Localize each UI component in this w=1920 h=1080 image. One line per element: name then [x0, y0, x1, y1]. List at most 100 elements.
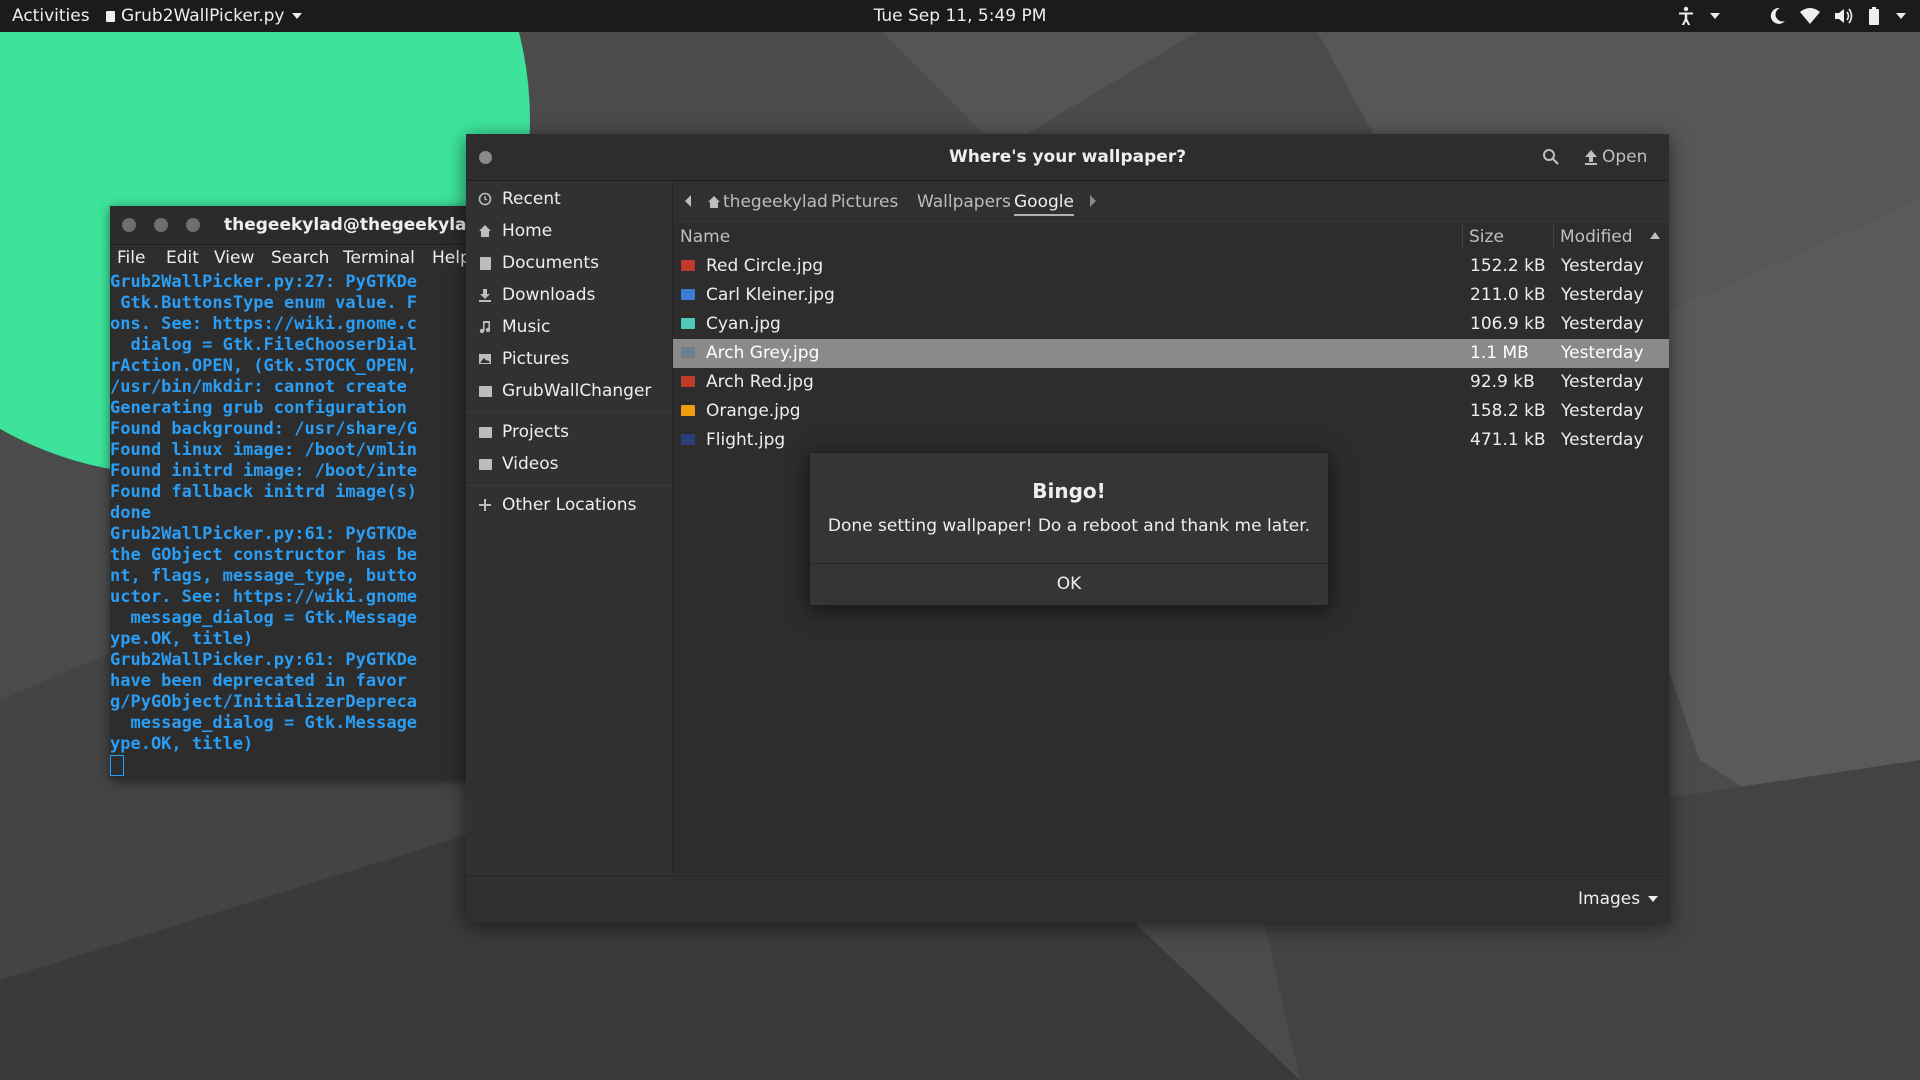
terminal-line: Gtk.ButtonsType enum value. F [110, 293, 418, 313]
terminal-prompt [110, 755, 482, 777]
terminal-menu-view[interactable]: View [214, 248, 254, 268]
message-dialog: Bingo! Done setting wallpaper! Do a rebo… [809, 452, 1329, 606]
column-divider [1462, 224, 1463, 250]
file-row[interactable]: Arch Grey.jpg 1.1 MB Yesterday [673, 339, 1669, 368]
sidebar-item-downloads[interactable]: Downloads [478, 285, 595, 305]
file-size: 1.1 MB [1470, 343, 1529, 363]
sidebar-item-grubwallchanger[interactable]: GrubWallChanger [478, 381, 651, 401]
terminal-line: ons. See: https://wiki.gnome.c [110, 314, 418, 334]
file-size: 92.9 kB [1470, 372, 1535, 392]
file-name: Flight.jpg [706, 430, 786, 450]
system-menu-arrow-icon[interactable] [1896, 13, 1906, 19]
file-modified: Yesterday [1561, 256, 1644, 276]
terminal-menubar: File Edit View Search Terminal Help [110, 245, 482, 273]
terminal-line: g/PyGObject/InitializerDepreca [110, 692, 418, 712]
terminal-menu-file[interactable]: File [117, 248, 145, 268]
file-name: Orange.jpg [706, 401, 801, 421]
file-modified: Yesterday [1561, 343, 1644, 363]
file-row[interactable]: Carl Kleiner.jpg 211.0 kB Yesterday [673, 281, 1669, 310]
terminal-line: done [110, 503, 151, 523]
document-icon [478, 256, 492, 270]
open-button[interactable]: Open [1584, 147, 1647, 167]
list-header: Name Size Modified [673, 222, 1669, 252]
terminal-line: Found linux image: /boot/vmlin [110, 440, 418, 460]
sidebar-item-recent[interactable]: Recent [478, 189, 561, 209]
terminal-minimize-button[interactable] [154, 218, 168, 232]
sidebar-item-documents[interactable]: Documents [478, 253, 599, 273]
sidebar-separator [466, 412, 672, 413]
sidebar-item-label: Other Locations [502, 495, 637, 515]
terminal-maximize-button[interactable] [186, 218, 200, 232]
image-file-icon [681, 376, 695, 387]
file-chooser-close-button[interactable] [479, 151, 492, 164]
path-item-wallpapers[interactable]: Wallpapers [917, 192, 1011, 212]
file-row[interactable]: Flight.jpg 471.1 kB Yesterday [673, 426, 1669, 455]
ok-button[interactable]: OK [810, 564, 1328, 605]
sidebar-item-music[interactable]: Music [478, 317, 550, 337]
file-row[interactable]: Cyan.jpg 106.9 kB Yesterday [673, 310, 1669, 339]
file-modified: Yesterday [1561, 372, 1644, 392]
terminal-close-button[interactable] [122, 218, 136, 232]
chevron-right-icon[interactable] [1089, 195, 1097, 207]
file-row[interactable]: Red Circle.jpg 152.2 kB Yesterday [673, 252, 1669, 281]
sidebar-item-home[interactable]: Home [478, 221, 552, 241]
folder-icon [478, 384, 492, 398]
column-header-name[interactable]: Name [680, 227, 730, 247]
sidebar-item-label: Projects [502, 422, 570, 442]
path-bar: thegeekylad Pictures Wallpapers Google [673, 181, 1669, 221]
terminal-output[interactable]: Grub2WallPicker.py:27: PyGTKDe Gtk.Butto… [110, 272, 482, 779]
top-bar: Activities Grub2WallPicker.py Tue Sep 11… [0, 0, 1920, 32]
sort-ascending-icon [1650, 232, 1660, 239]
terminal-line: Grub2WallPicker.py:61: PyGTKDe [110, 650, 418, 670]
terminal-line: uctor. See: https://wiki.gnome [110, 587, 418, 607]
sidebar-item-other-locations[interactable]: Other Locations [478, 495, 636, 515]
clock-label[interactable]: Tue Sep 11, 5:49 PM [874, 6, 1047, 26]
sidebar-item-label: Pictures [502, 349, 570, 369]
search-icon[interactable] [1540, 146, 1562, 168]
music-icon [479, 321, 491, 334]
column-header-size[interactable]: Size [1469, 227, 1504, 247]
sidebar-item-label: Recent [502, 189, 561, 209]
path-item-google[interactable]: Google [1014, 192, 1074, 216]
file-filter-combo[interactable]: Images [1578, 889, 1659, 909]
file-row[interactable]: Arch Red.jpg 92.9 kB Yesterday [673, 368, 1669, 397]
home-icon [708, 196, 720, 208]
system-tray[interactable] [1678, 6, 1906, 26]
terminal-cursor [110, 755, 124, 776]
app-icon [106, 10, 115, 22]
image-file-icon [681, 289, 695, 300]
chevron-down-icon [1710, 13, 1720, 19]
sidebar-item-projects[interactable]: Projects [478, 422, 569, 442]
path-item-pictures[interactable]: Pictures [831, 192, 898, 212]
terminal-line: Found background: /usr/share/G [110, 419, 418, 439]
file-size: 158.2 kB [1470, 401, 1546, 421]
file-row[interactable]: Orange.jpg 158.2 kB Yesterday [673, 397, 1669, 426]
file-chooser-footer: Images [466, 875, 1669, 923]
path-item-home[interactable]: thegeekylad [707, 192, 828, 212]
app-menu[interactable]: Grub2WallPicker.py [106, 6, 303, 26]
terminal-line: message_dialog = Gtk.Message [110, 608, 418, 628]
column-header-modified[interactable]: Modified [1560, 227, 1633, 247]
clock-icon [478, 192, 492, 206]
terminal-menu-edit[interactable]: Edit [166, 248, 199, 268]
terminal-line: rAction.OPEN, (Gtk.STOCK_OPEN, [110, 356, 418, 376]
terminal-line: /usr/bin/mkdir: cannot create [110, 377, 418, 397]
plus-icon [479, 499, 491, 511]
activities-button[interactable]: Activities [12, 6, 90, 26]
terminal-line: Grub2WallPicker.py:61: PyGTKDe [110, 524, 418, 544]
sidebar-item-label: Home [502, 221, 553, 241]
terminal-menu-terminal[interactable]: Terminal [343, 248, 415, 268]
download-icon [479, 289, 491, 302]
sidebar-item-label: Documents [502, 253, 599, 273]
terminal-line: Found fallback initrd image(s) [110, 482, 418, 502]
terminal-window: thegeekylad@thegeekylad:~ File Edit View… [110, 206, 500, 779]
terminal-menu-search[interactable]: Search [271, 248, 329, 268]
accessibility-icon[interactable] [1678, 6, 1694, 26]
terminal-title: thegeekylad@thegeekylad:~ [224, 215, 500, 235]
chevron-left-icon[interactable] [684, 195, 692, 207]
terminal-menu-help[interactable]: Help [432, 248, 471, 268]
terminal-line: have been deprecated in favor [110, 671, 418, 691]
sidebar-item-pictures[interactable]: Pictures [478, 349, 569, 369]
terminal-titlebar[interactable]: thegeekylad@thegeekylad:~ [110, 206, 500, 245]
sidebar-item-videos[interactable]: Videos [478, 454, 559, 474]
